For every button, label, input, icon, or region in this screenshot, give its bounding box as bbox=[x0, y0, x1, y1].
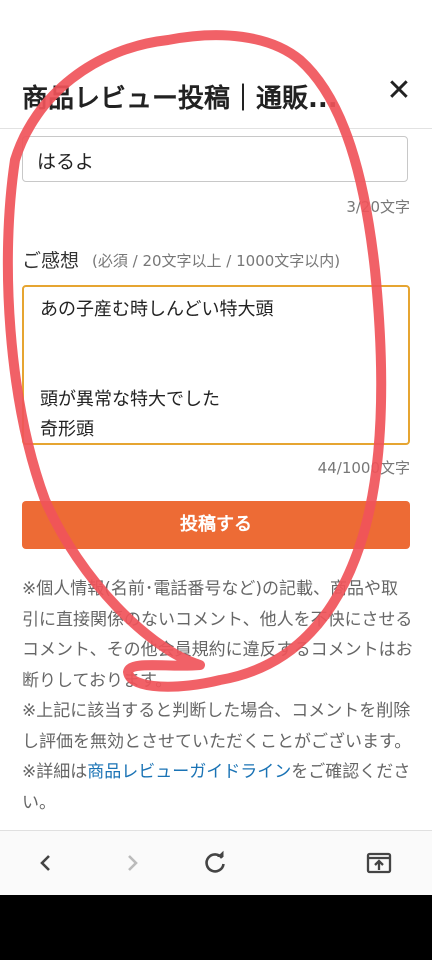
reload-button[interactable] bbox=[197, 845, 233, 881]
review-guideline-link[interactable]: 商品レビューガイドライン bbox=[87, 762, 291, 782]
notice-paragraph-1: ※個人情報(名前･電話番号など)の記載、商品や取引に直接関係のないコメント、他人… bbox=[22, 579, 413, 691]
back-button[interactable] bbox=[28, 845, 64, 881]
close-button[interactable]: ✕ bbox=[386, 76, 412, 106]
review-title-input[interactable]: はるよ bbox=[22, 136, 408, 182]
system-nav-area bbox=[0, 895, 432, 960]
comment-char-counter: 44/1000文字 bbox=[317, 459, 410, 477]
review-title-value: はるよ bbox=[37, 151, 95, 173]
comment-textarea[interactable]: あの子産む時しんどい特大頭 頭が異常な特大でした 奇形頭 bbox=[22, 285, 410, 445]
reload-icon bbox=[205, 850, 225, 873]
notice-paragraph-2: ※上記に該当すると判断した場合、コメントを削除し評価を無効とさせていただくことが… bbox=[22, 701, 412, 752]
comment-line: 奇形頭 bbox=[40, 419, 94, 440]
browser-toolbar bbox=[0, 830, 432, 896]
forward-button[interactable] bbox=[114, 845, 150, 881]
close-icon: ✕ bbox=[386, 73, 412, 108]
submit-button[interactable]: 投稿する bbox=[22, 501, 410, 549]
comment-line bbox=[40, 355, 392, 385]
title-char-counter: 3/20文字 bbox=[346, 198, 410, 216]
notice-prefix: ※詳細は bbox=[22, 762, 88, 782]
dialog-header: 商品レビュー投稿｜通販... ✕ bbox=[0, 62, 432, 129]
comment-line: あの子産む時しんどい特大頭 bbox=[40, 299, 274, 320]
comment-requirements: (必須 / 20文字以上 / 1000文字以内) bbox=[92, 252, 341, 270]
share-button[interactable] bbox=[361, 845, 397, 881]
notice-text: ※個人情報(名前･電話番号など)の記載、商品や取引に直接関係のないコメント、他人… bbox=[22, 574, 414, 824]
share-icon bbox=[366, 852, 392, 874]
comment-label: ご感想 bbox=[22, 250, 80, 272]
comment-line: 頭が異常な特大でした bbox=[40, 389, 220, 410]
comment-line bbox=[40, 325, 392, 355]
page-title: 商品レビュー投稿｜通販... bbox=[22, 84, 338, 114]
chevron-left-icon bbox=[40, 855, 50, 871]
notice-paragraph-3: ※詳細は商品レビューガイドラインをご確認ください。 bbox=[22, 757, 414, 818]
chevron-right-icon bbox=[128, 855, 138, 871]
